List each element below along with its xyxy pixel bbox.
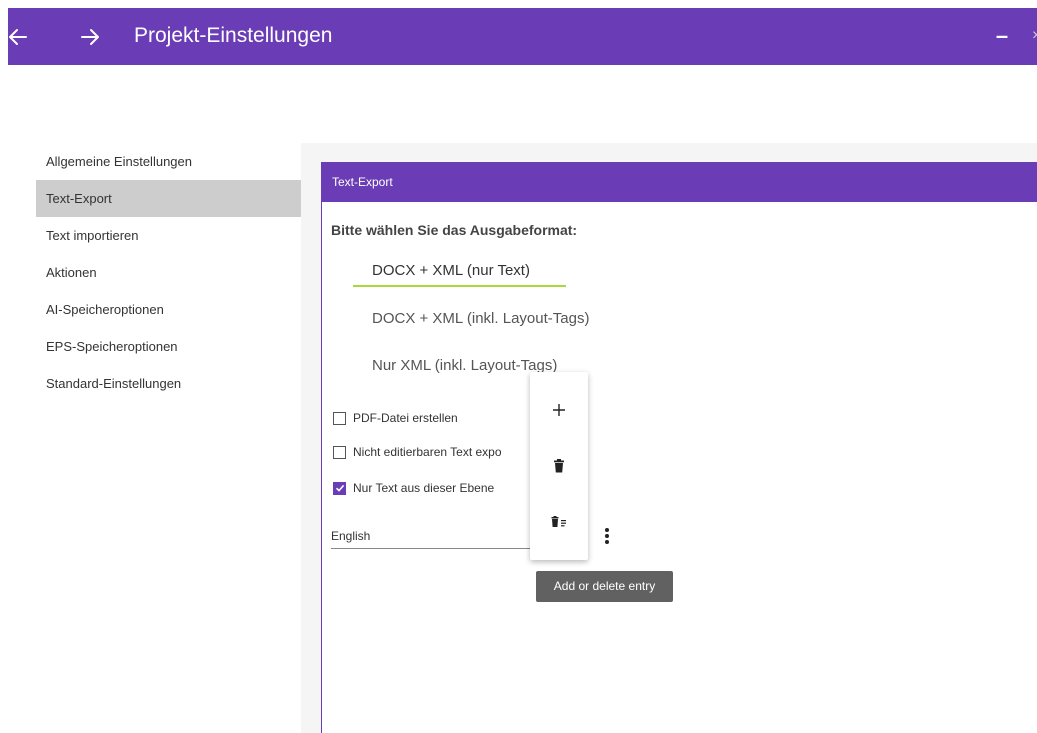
sidebar-item-ai-speicheroptionen[interactable]: AI-Speicheroptionen — [36, 291, 301, 328]
format-prompt: Bitte wählen Sie das Ausgabeformat: — [331, 222, 578, 238]
sidebar-item-text-importieren[interactable]: Text importieren — [36, 217, 301, 254]
sidebar-item-standard-einstellungen[interactable]: Standard-Einstellungen — [36, 365, 301, 402]
sidebar-item-allgemeine-einstellungen[interactable]: Allgemeine Einstellungen — [36, 143, 301, 180]
checkbox-label: PDF-Datei erstellen — [353, 411, 458, 425]
format-option-docx-text[interactable]: DOCX + XML (nur Text) — [372, 258, 530, 284]
panel-header: Text-Export — [322, 162, 1037, 202]
forward-button[interactable] — [70, 8, 110, 65]
back-button[interactable] — [0, 8, 38, 65]
checkbox-box[interactable] — [333, 445, 346, 459]
window-title: Projekt-Einstellungen — [134, 24, 333, 47]
checkbox-label: Nicht editierbaren Text expo — [353, 445, 502, 459]
page: Projekt-Einstellungen – × Allgemeine Ein… — [0, 0, 1037, 733]
more-vertical-icon — [605, 528, 609, 532]
selected-format-indicator — [353, 285, 566, 287]
checkbox-box[interactable] — [333, 481, 346, 495]
arrow-right-icon — [81, 28, 99, 45]
arrow-left-icon — [9, 28, 27, 45]
checkbox-box[interactable] — [333, 411, 346, 425]
delete-list-icon — [551, 516, 566, 527]
language-select[interactable]: English — [331, 524, 531, 549]
more-vertical-icon-dot — [605, 540, 609, 544]
sidebar-item-text-export[interactable]: Text-Export — [36, 180, 301, 217]
plus-icon — [553, 404, 565, 416]
delete-all-entries-button[interactable] — [530, 502, 588, 542]
sidebar-item-aktionen[interactable]: Aktionen — [36, 254, 301, 291]
checkmark-icon — [335, 484, 344, 492]
checkbox-only-this-layer[interactable]: Nur Text aus dieser Ebene — [333, 478, 494, 498]
trash-icon — [554, 459, 564, 473]
checkbox-non-editable-text[interactable]: Nicht editierbaren Text expo — [333, 442, 502, 462]
add-entry-button[interactable] — [530, 390, 588, 430]
minimize-button[interactable]: – — [991, 24, 1013, 48]
settings-sidebar: Allgemeine Einstellungen Text-Export Tex… — [36, 143, 301, 402]
format-option-docx-layout[interactable]: DOCX + XML (inkl. Layout-Tags) — [372, 306, 589, 332]
tooltip: Add or delete entry — [536, 571, 673, 602]
title-bar: Projekt-Einstellungen – × — [8, 8, 1037, 65]
close-button[interactable]: × — [1032, 24, 1037, 48]
delete-entry-button[interactable] — [530, 446, 588, 486]
checkbox-pdf[interactable]: PDF-Datei erstellen — [333, 408, 458, 428]
more-options-button[interactable] — [598, 524, 616, 548]
checkbox-label: Nur Text aus dieser Ebene — [353, 481, 495, 495]
entry-popup-menu — [530, 372, 588, 560]
sidebar-item-eps-speicheroptionen[interactable]: EPS-Speicheroptionen — [36, 328, 301, 365]
more-vertical-icon-dot — [605, 534, 609, 538]
